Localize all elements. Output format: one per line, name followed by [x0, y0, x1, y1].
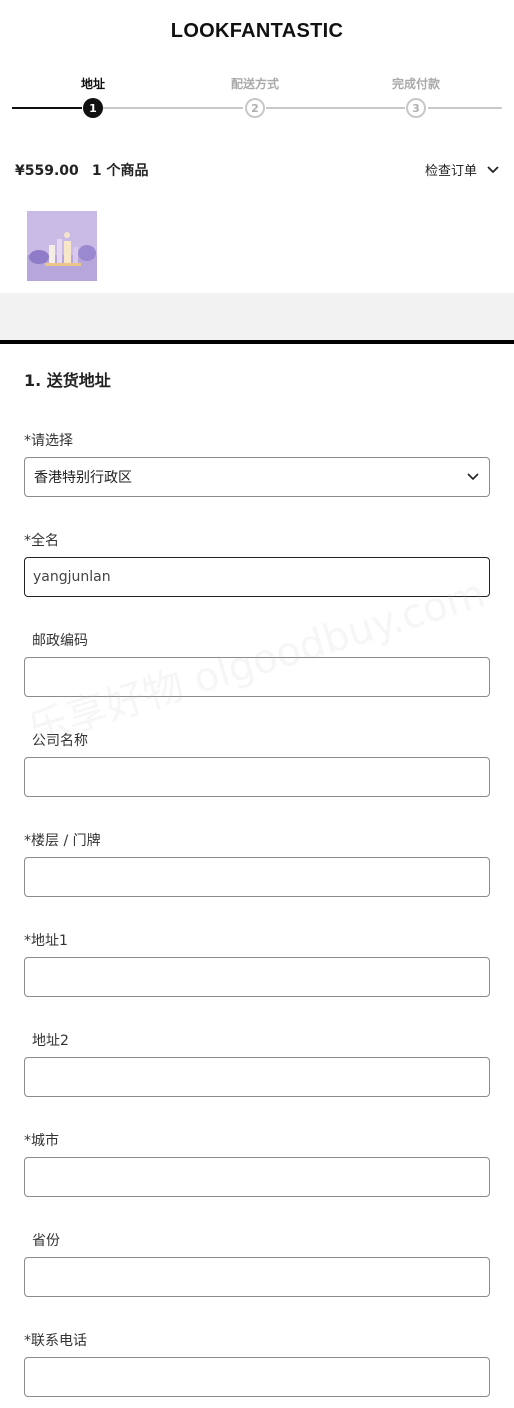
- city-field-wrapper: [24, 1157, 490, 1197]
- brand-logo[interactable]: LOOKFANTASTIC: [0, 20, 514, 43]
- step-number: 1: [83, 98, 103, 118]
- section-title-shipping-address: 1. 送货地址: [24, 371, 111, 390]
- review-order-label: 检查订单: [424, 164, 477, 179]
- phone-field-wrapper: [24, 1357, 490, 1397]
- floor-label: *楼层 / 门牌: [24, 833, 101, 849]
- province-field-wrapper: [24, 1257, 490, 1297]
- step-label: 配送方式: [230, 77, 279, 91]
- floor-field-wrapper: [24, 857, 490, 897]
- fullname-input[interactable]: [25, 558, 489, 596]
- address2-label: 地址2: [32, 1033, 69, 1049]
- postcode-label: 邮政编码: [32, 633, 88, 649]
- address2-input[interactable]: [25, 1058, 489, 1096]
- review-order-toggle[interactable]: 检查订单: [425, 160, 499, 179]
- step-delivery: 配送方式 2: [195, 74, 315, 118]
- step-label: 地址: [80, 77, 105, 91]
- floor-input[interactable]: [25, 858, 489, 896]
- postcode-field-wrapper: [24, 657, 490, 697]
- province-input[interactable]: [25, 1258, 489, 1296]
- chevron-down-icon: [487, 165, 499, 173]
- step-number: 2: [245, 98, 265, 118]
- address1-label: *地址1: [24, 933, 68, 949]
- checkout-stepper: 地址 1 配送方式 2 完成付款 3: [0, 74, 514, 120]
- step-label: 完成付款: [391, 77, 440, 91]
- chevron-down-icon: [467, 473, 479, 481]
- province-label: 省份: [32, 1233, 60, 1249]
- region-label: *请选择: [24, 433, 73, 449]
- fullname-field-wrapper: [24, 557, 490, 597]
- step-payment: 完成付款 3: [356, 74, 476, 118]
- item-count: 1 个商品: [91, 163, 149, 179]
- company-field-wrapper: [24, 757, 490, 797]
- phone-label: *联系电话: [24, 1333, 87, 1349]
- summary-divider-band: [0, 293, 514, 340]
- postcode-input[interactable]: [25, 658, 489, 696]
- address1-field-wrapper: [24, 957, 490, 997]
- step-address: 地址 1: [33, 74, 153, 118]
- fullname-label: *全名: [24, 533, 59, 549]
- company-label: 公司名称: [32, 733, 88, 749]
- company-input[interactable]: [25, 758, 489, 796]
- step-number: 3: [406, 98, 426, 118]
- phone-input[interactable]: [25, 1358, 489, 1396]
- order-total: ¥559.00: [15, 163, 79, 179]
- region-select[interactable]: 香港特别行政区: [24, 457, 490, 497]
- city-input[interactable]: [25, 1158, 489, 1196]
- section-divider: [0, 340, 514, 344]
- city-label: *城市: [24, 1133, 59, 1149]
- region-selected-value: 香港特别行政区: [34, 470, 132, 486]
- address2-field-wrapper: [24, 1057, 490, 1097]
- address1-input[interactable]: [25, 958, 489, 996]
- product-thumbnail[interactable]: [27, 211, 97, 281]
- order-summary: ¥559.00 1 个商品 检查订单: [15, 160, 499, 180]
